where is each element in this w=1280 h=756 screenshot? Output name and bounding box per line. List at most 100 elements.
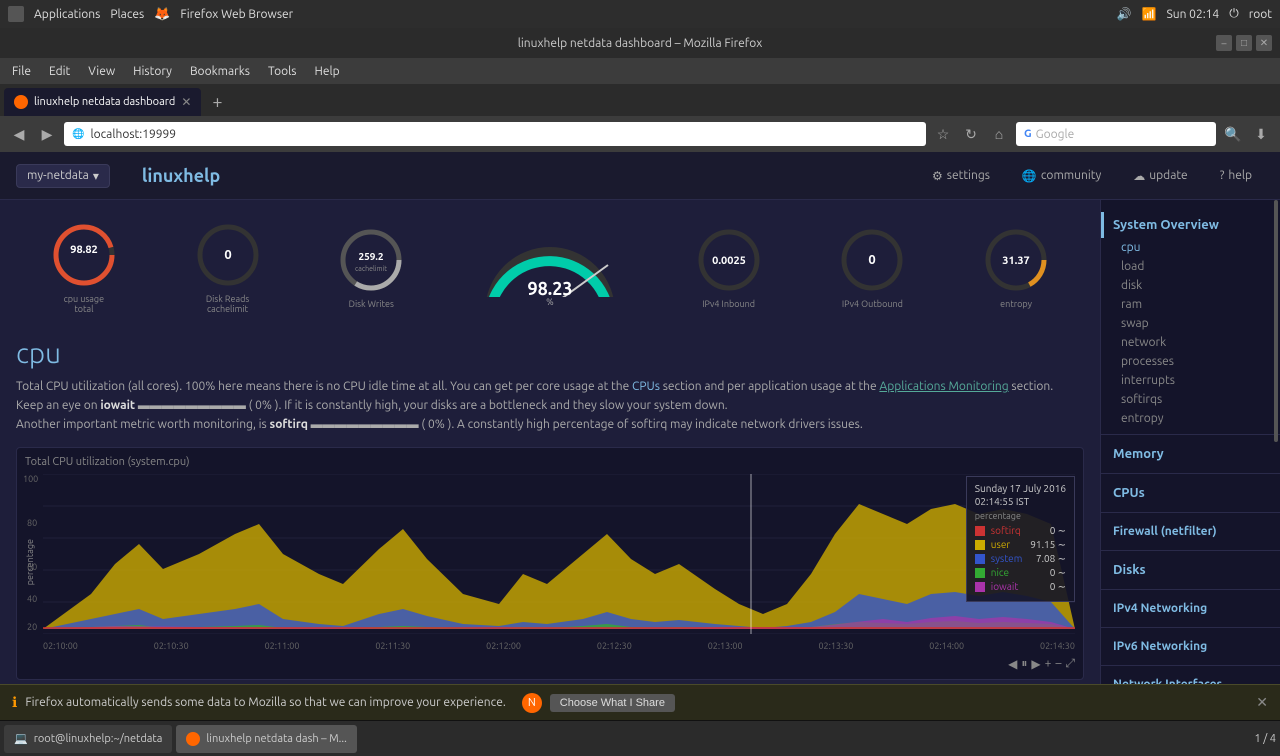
forward-button[interactable]: ▶: [36, 123, 58, 145]
sidebar-item-processes[interactable]: processes: [1101, 352, 1280, 371]
sidebar-item-network[interactable]: network: [1101, 333, 1280, 352]
chart-next-button[interactable]: ▶: [1031, 657, 1040, 671]
chart-controls: ◀ ⏸ ▶ + – ⤢: [25, 657, 1075, 671]
settings-label: settings: [947, 169, 990, 182]
sidebar-item-softirqs[interactable]: softirqs: [1101, 390, 1280, 409]
url-bar[interactable]: 🌐 localhost:19999: [64, 122, 926, 146]
community-button[interactable]: 🌐 community: [1010, 165, 1113, 187]
sidebar-system-overview[interactable]: System Overview: [1101, 212, 1280, 238]
sidebar-item-interrupts[interactable]: interrupts: [1101, 371, 1280, 390]
speaker-icon: 🔊: [1117, 7, 1132, 21]
sidebar-entropy-label: entropy: [1121, 412, 1164, 425]
browser-tab-active[interactable]: linuxhelp netdata dashboard ✕: [4, 88, 201, 116]
disk-reads-gauge-svg: 0: [193, 220, 263, 290]
gauges-row: 98.82 cpu usagetotal 0 Disk Readscacheli…: [16, 212, 1084, 330]
legend-iowait-color: [975, 582, 985, 592]
menu-edit[interactable]: Edit: [41, 63, 78, 80]
menu-history[interactable]: History: [125, 63, 180, 80]
chart-zoom-in-button[interactable]: +: [1045, 657, 1052, 671]
cpu-desc-5: ▬▬▬▬▬▬▬▬▬ (: [138, 399, 253, 412]
y-20-label: 20: [27, 622, 37, 632]
chart-legend: Sunday 17 July 2016 02:14:55 IST percent…: [966, 476, 1075, 602]
sidebar-disks[interactable]: Disks: [1101, 557, 1280, 583]
os-top-bar: Applications Places 🦊 Firefox Web Browse…: [0, 0, 1280, 28]
cpu-chart-container: Total CPU utilization (system.cpu) perce…: [16, 447, 1084, 680]
os-applications[interactable]: Applications: [34, 8, 100, 21]
new-tab-button[interactable]: +: [203, 88, 231, 116]
chart-fullscreen-button[interactable]: ⤢: [1065, 657, 1075, 671]
menu-bookmarks[interactable]: Bookmarks: [182, 63, 258, 80]
os-places[interactable]: Places: [110, 8, 144, 21]
cpus-link[interactable]: CPUs: [632, 380, 660, 393]
os-user: root: [1249, 8, 1272, 21]
close-button[interactable]: ✕: [1256, 35, 1272, 51]
sidebar-network-interfaces[interactable]: Network Interfaces: [1101, 672, 1280, 684]
update-button[interactable]: ☁ update: [1121, 165, 1199, 187]
sidebar-memory[interactable]: Memory: [1101, 441, 1280, 467]
bookmark-star-button[interactable]: ☆: [932, 123, 954, 145]
my-netdata-dropdown[interactable]: my-netdata ▾: [16, 164, 110, 188]
sidebar-item-disk[interactable]: disk: [1101, 276, 1280, 295]
sidebar-item-entropy[interactable]: entropy: [1101, 409, 1280, 428]
sidebar-item-load[interactable]: load: [1101, 257, 1280, 276]
sidebar-ipv4[interactable]: IPv4 Networking: [1101, 596, 1280, 621]
os-browser-name[interactable]: Firefox Web Browser: [180, 8, 293, 21]
cpu-desc-6: ). If it is constantly high, your disks …: [275, 399, 728, 412]
home-button[interactable]: ⌂: [988, 123, 1010, 145]
sidebar-divider-7: [1101, 665, 1280, 666]
sidebar-softirqs-label: softirqs: [1121, 393, 1162, 406]
tab-favicon: [14, 95, 28, 109]
sidebar-item-swap[interactable]: swap: [1101, 314, 1280, 333]
sidebar-divider-6: [1101, 627, 1280, 628]
search-bar[interactable]: G Google: [1016, 122, 1216, 146]
menu-file[interactable]: File: [4, 63, 39, 80]
settings-gear-icon: ⚙: [932, 169, 943, 183]
taskbar-browser[interactable]: linuxhelp netdata dash – M...: [176, 725, 356, 753]
window-controls[interactable]: – □ ✕: [1216, 35, 1272, 51]
firefox-icon: 🦊: [154, 7, 170, 22]
sidebar-ram-label: ram: [1121, 298, 1142, 311]
cpu-section: cpu Total CPU utilization (all cores). 1…: [16, 330, 1084, 684]
menu-view[interactable]: View: [80, 63, 123, 80]
legend-iowait: iowait 0 ∼: [975, 581, 1066, 593]
chart-prev-button[interactable]: ◀: [1008, 657, 1017, 671]
sidebar-cpus[interactable]: CPUs: [1101, 480, 1280, 506]
sidebar-ipv6[interactable]: IPv6 Networking: [1101, 634, 1280, 659]
sidebar-scrollbar[interactable]: [1274, 200, 1278, 442]
taskbar-terminal[interactable]: 💻 root@linuxhelp:~/netdata: [4, 725, 172, 753]
minimize-button[interactable]: –: [1216, 35, 1232, 51]
iowait-highlight: iowait: [100, 399, 135, 412]
back-button[interactable]: ◀: [8, 123, 30, 145]
cpu-desc-3: section.: [1011, 380, 1053, 393]
chart-inner: 100 80 60 40 20: [43, 474, 1075, 651]
settings-button[interactable]: ⚙ settings: [920, 165, 1002, 187]
sidebar-interrupts-label: interrupts: [1121, 374, 1175, 387]
legend-softirq-color: [975, 526, 985, 536]
x-label-9: 02:14:30: [1040, 641, 1075, 651]
search-button[interactable]: 🔍: [1222, 123, 1244, 145]
chart-zoom-out-button[interactable]: –: [1055, 657, 1061, 671]
maximize-button[interactable]: □: [1236, 35, 1252, 51]
tab-close-button[interactable]: ✕: [181, 95, 191, 109]
download-button[interactable]: ⬇: [1250, 123, 1272, 145]
sidebar-firewall[interactable]: Firewall (netfilter): [1101, 519, 1280, 544]
x-label-5: 02:12:30: [597, 641, 632, 651]
disk-writes-value: 259.2: [359, 251, 384, 262]
menu-tools[interactable]: Tools: [260, 63, 305, 80]
sidebar-item-ram[interactable]: ram: [1101, 295, 1280, 314]
menu-help[interactable]: Help: [307, 63, 348, 80]
community-label: community: [1041, 169, 1101, 182]
sidebar-cpu-label: cpu: [1121, 241, 1140, 254]
legend-system: system 7.08 ∼: [975, 553, 1066, 565]
chart-pause-button[interactable]: ⏸: [1021, 657, 1027, 671]
reload-button[interactable]: ↻: [960, 123, 982, 145]
netdata-logo-area: my-netdata ▾: [16, 164, 110, 188]
sidebar-divider-4: [1101, 550, 1280, 551]
choose-what-share-button[interactable]: Choose What I Share: [550, 694, 675, 712]
terminal-icon: 💻: [14, 732, 28, 745]
help-button[interactable]: ? help: [1208, 165, 1264, 186]
notification-text: Firefox automatically sends some data to…: [25, 696, 505, 709]
sidebar-item-cpu[interactable]: cpu: [1101, 238, 1280, 257]
notification-close-button[interactable]: ✕: [1256, 694, 1268, 711]
apps-monitoring-link[interactable]: Applications Monitoring: [879, 380, 1008, 393]
